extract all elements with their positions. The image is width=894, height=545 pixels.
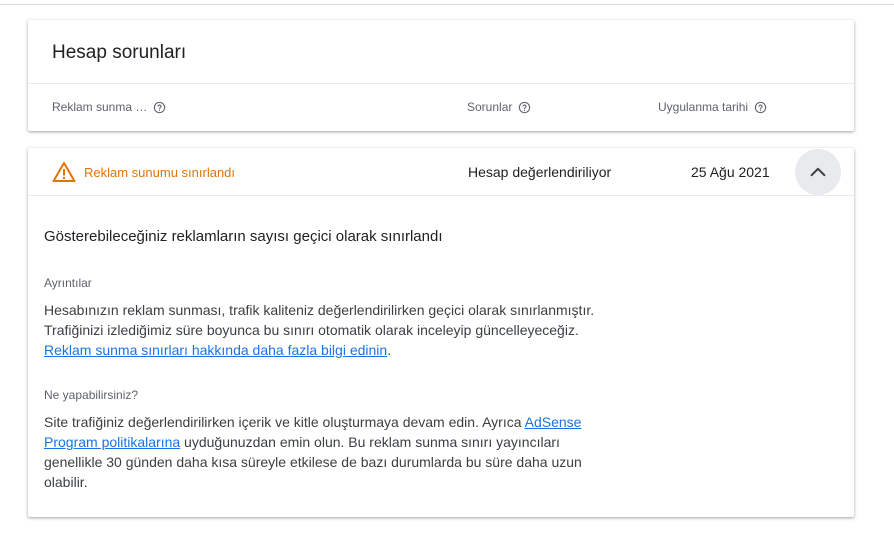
- details-paragraph: Hesabınızın reklam sunması, trafik kalit…: [44, 300, 614, 360]
- column-header-issues[interactable]: Sorunlar: [467, 100, 531, 114]
- details-line: Hesabınızın reklam sunması, trafik kalit…: [44, 302, 595, 318]
- help-circle-icon[interactable]: [754, 101, 767, 114]
- issue-date: 25 Ağu 2021: [691, 164, 770, 180]
- issue-detail-card: Reklam sunumu sınırlandı Hesap değerlend…: [28, 148, 854, 517]
- details-line: Trafiğinizi izlediğimiz süre boyunca bu …: [44, 322, 579, 338]
- column-header-label: Reklam sunma …: [52, 100, 148, 114]
- column-header-effective-date[interactable]: Uygulanma tarihi: [658, 100, 767, 114]
- page-title: Hesap sorunları: [52, 42, 187, 63]
- header-divider: [28, 83, 854, 84]
- collapse-button[interactable]: [795, 149, 841, 195]
- issue-name-label: Reklam sunumu sınırlandı: [84, 164, 236, 180]
- help-circle-icon[interactable]: [518, 101, 531, 114]
- issue-status: Hesap değerlendiriliyor: [468, 164, 612, 180]
- column-header-label: Sorunlar: [467, 100, 513, 114]
- actions-text: Site trafiğiniz değerlendirilirken içeri…: [44, 414, 525, 430]
- issue-name: Reklam sunumu sınırlandı: [52, 161, 235, 183]
- warning-triangle-icon: [52, 162, 76, 182]
- column-header-ad-serving[interactable]: Reklam sunma …: [52, 100, 166, 114]
- chevron-up-icon: [810, 167, 826, 177]
- actions-section-label: Ne yapabilirsiniz?: [44, 388, 139, 402]
- issue-detail-title: Gösterebileceğiniz reklamların sayısı ge…: [44, 228, 443, 245]
- row-divider: [28, 195, 854, 196]
- issue-row[interactable]: Reklam sunumu sınırlandı Hesap değerlend…: [28, 148, 854, 196]
- link-suffix: .: [387, 342, 392, 358]
- help-circle-icon[interactable]: [153, 101, 166, 114]
- column-header-label: Uygulanma tarihi: [658, 100, 749, 114]
- details-section-label: Ayrıntılar: [44, 276, 92, 290]
- ad-serving-limits-link[interactable]: Reklam sunma sınırları hakkında daha faz…: [44, 342, 387, 358]
- top-divider: [0, 4, 894, 5]
- account-issues-card: Hesap sorunları Reklam sunma … Sorunlar …: [28, 20, 854, 131]
- actions-paragraph: Site trafiğiniz değerlendirilirken içeri…: [44, 412, 614, 492]
